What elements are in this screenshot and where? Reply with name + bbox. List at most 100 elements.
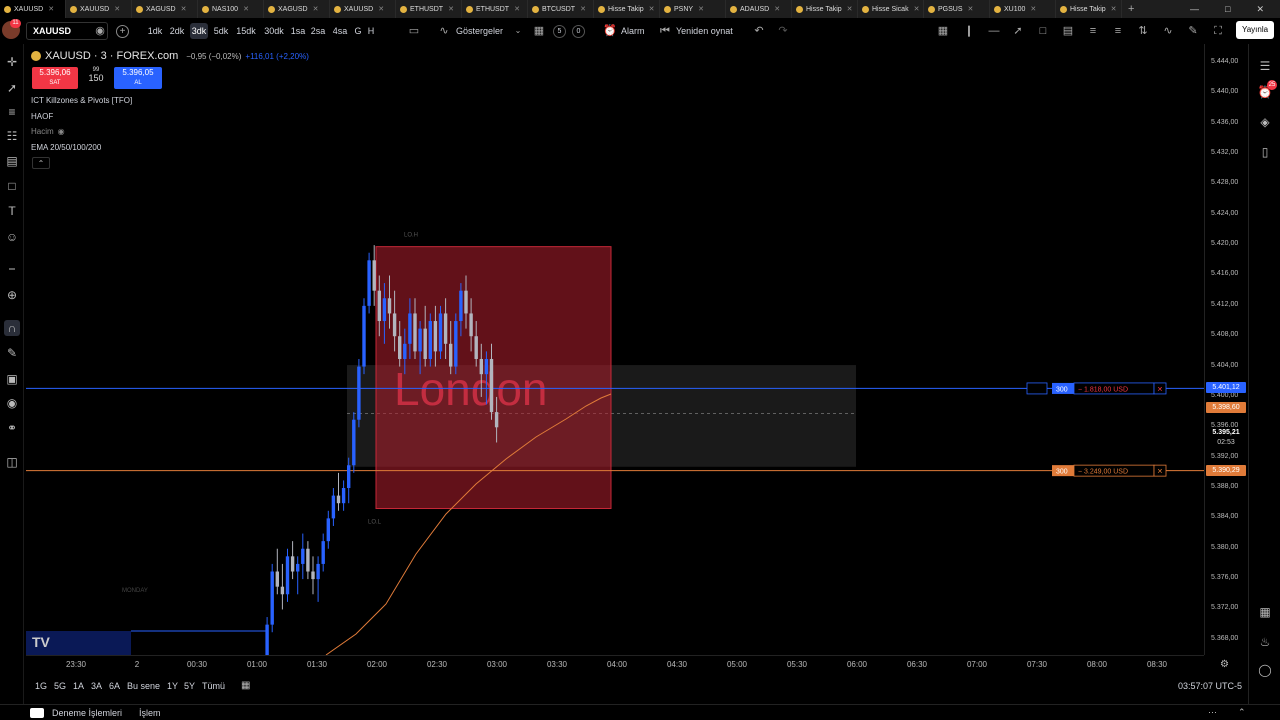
range-1a[interactable]: 1A xyxy=(73,681,84,691)
timeframe-2sa[interactable]: 2sa xyxy=(310,23,326,39)
path-icon[interactable]: ⇅ xyxy=(1135,23,1151,39)
indicator-ema[interactable]: EMA 20/50/100/200 xyxy=(31,143,101,152)
horizontal-line-icon[interactable]: — xyxy=(986,23,1002,39)
indicator-haof[interactable]: HAOF xyxy=(31,112,53,121)
browser-tab[interactable]: XAUUSD ✕ xyxy=(66,0,132,18)
tab-close-icon[interactable]: ✕ xyxy=(580,5,586,13)
tab-close-icon[interactable]: ✕ xyxy=(774,5,780,13)
alarm-button[interactable]: Alarm xyxy=(621,23,645,39)
browser-tab[interactable]: Hisse Sicak ✕ xyxy=(858,0,924,18)
browser-tab[interactable]: Hisse Takip ✕ xyxy=(792,0,858,18)
candle-type-icon[interactable]: ▭ xyxy=(406,23,422,39)
indicators-icon[interactable]: ∿ xyxy=(436,23,452,39)
collapse-legend-icon[interactable]: ⌃ xyxy=(32,157,50,169)
browser-tab[interactable]: ETHUSDT ✕ xyxy=(462,0,528,18)
tab-close-icon[interactable]: ✕ xyxy=(243,5,249,13)
sell-button[interactable]: 5.396,06 SAT xyxy=(32,67,78,89)
fib-tool-icon[interactable]: ▤ xyxy=(4,153,20,169)
fullscreen-icon[interactable]: ⛶ xyxy=(1210,23,1226,39)
tab-close-icon[interactable]: ✕ xyxy=(48,5,54,13)
indicator-volume[interactable]: Hacim ◉ xyxy=(31,127,65,136)
notification-bell-icon[interactable]: ♨ xyxy=(1257,634,1273,650)
tab-close-icon[interactable]: ✕ xyxy=(649,5,655,13)
buy-button[interactable]: 5.396,05 AL xyxy=(114,67,162,89)
trend-line-icon[interactable]: ➚ xyxy=(1010,23,1026,39)
text-tool-icon[interactable]: T xyxy=(4,203,20,219)
tab-close-icon[interactable]: ✕ xyxy=(448,5,454,13)
tab-close-icon[interactable]: ✕ xyxy=(514,5,520,13)
watchlist-icon[interactable]: ☰ xyxy=(1257,58,1273,74)
trendline-tool-icon[interactable]: ➚ xyxy=(4,80,20,96)
tab-close-icon[interactable]: ✕ xyxy=(1111,5,1117,13)
undo-icon[interactable]: ↶ xyxy=(751,23,767,39)
range-1y[interactable]: 1Y xyxy=(167,681,178,691)
crosshair-icon[interactable]: ✛ xyxy=(4,54,20,70)
chart-area[interactable]: London LO.H LO.L MONDAY 300 − 1.818,00 USD ✕ 30… xyxy=(26,44,1204,655)
browser-tab[interactable]: XAGUSD ✕ xyxy=(132,0,198,18)
chat-icon[interactable]: ▯ xyxy=(1257,144,1273,160)
hidden-eye-icon[interactable]: ◉ xyxy=(58,127,65,136)
add-symbol-icon[interactable]: + xyxy=(116,25,129,38)
browser-tab[interactable]: PGSUS ✕ xyxy=(924,0,990,18)
tab-close-icon[interactable]: ✕ xyxy=(181,5,187,13)
timeframe-30dk[interactable]: 30dk xyxy=(262,23,286,39)
calendar-icon[interactable]: ▦ xyxy=(1257,604,1273,620)
expand-panel-icon[interactable]: ⌃ xyxy=(1238,707,1246,718)
trade-tab[interactable]: İşlem xyxy=(139,708,161,718)
price-chart[interactable]: London LO.H LO.L MONDAY 300 − 1.818,00 USD ✕ 30… xyxy=(26,44,1204,655)
browser-tab[interactable]: Hisse Takip ✕ xyxy=(594,0,660,18)
date-range-icon[interactable]: ▦ xyxy=(241,680,250,691)
replay-button[interactable]: Yeniden oynat xyxy=(676,23,733,39)
rectangle-icon[interactable]: □ xyxy=(1035,23,1051,39)
maximize-icon[interactable]: □ xyxy=(1225,4,1230,15)
timeframe-5dk[interactable]: 5dk xyxy=(212,23,230,39)
range-bu-sene[interactable]: Bu sene xyxy=(127,681,160,691)
browser-tab[interactable]: XAUUSD ✕ xyxy=(0,0,66,18)
range-1g[interactable]: 1G xyxy=(35,681,47,691)
browser-tab[interactable]: ETHUSDT ✕ xyxy=(396,0,462,18)
timeframe-3dk[interactable]: 3dk xyxy=(190,23,208,39)
more-options-icon[interactable]: ⋯ xyxy=(1208,707,1217,718)
minimize-icon[interactable]: — xyxy=(1190,4,1199,15)
browser-tab[interactable]: XAUUSD ✕ xyxy=(330,0,396,18)
browser-tab[interactable]: XU100 ✕ xyxy=(990,0,1056,18)
tab-close-icon[interactable]: ✕ xyxy=(1030,5,1036,13)
indicators-button[interactable]: Göstergeler xyxy=(456,23,503,39)
pencil-lock-icon[interactable]: ✎ xyxy=(4,345,20,361)
range-6a[interactable]: 6A xyxy=(109,681,120,691)
browser-tab[interactable]: BTCUSDT ✕ xyxy=(528,0,594,18)
timeframe-2dk[interactable]: 2dk xyxy=(168,23,186,39)
close-icon[interactable]: ✕ xyxy=(1256,4,1264,15)
timeframe-G[interactable]: G xyxy=(353,23,363,39)
vertical-line-icon[interactable]: ❙ xyxy=(961,23,977,39)
browser-tab[interactable]: NAS100 ✕ xyxy=(198,0,264,18)
shapes-icon[interactable]: □ xyxy=(4,178,20,194)
price-axis[interactable]: 5.444,00 5.440,00 5.436,00 5.432,00 5.428,00… xyxy=(1204,44,1248,655)
lock-icon[interactable]: ▣ xyxy=(4,371,20,387)
zoom-icon[interactable]: ⊕ xyxy=(4,287,20,303)
tab-close-icon[interactable]: ✕ xyxy=(698,5,704,13)
range-5y[interactable]: 5Y xyxy=(184,681,195,691)
wave-icon[interactable]: ∿ xyxy=(1160,23,1176,39)
chevron-down-icon[interactable]: ⌄ xyxy=(510,23,526,39)
layout-count[interactable]: 5 xyxy=(553,25,566,38)
layers-icon[interactable]: ◈ xyxy=(1257,114,1273,130)
settings-gear-icon[interactable]: ⚙ xyxy=(1220,659,1229,670)
layout-icon[interactable]: ▦ xyxy=(531,23,547,39)
tab-close-icon[interactable]: ✕ xyxy=(847,5,853,13)
fib-icon[interactable]: ▤ xyxy=(1060,23,1076,39)
browser-tab[interactable]: XAGUSD ✕ xyxy=(264,0,330,18)
range-3a[interactable]: 3A xyxy=(91,681,102,691)
timeframe-1dk[interactable]: 1dk xyxy=(146,23,164,39)
tab-close-icon[interactable]: ✕ xyxy=(968,5,974,13)
replay-icon[interactable]: ⏮ xyxy=(657,23,673,39)
utc-clock[interactable]: 03:57:07 UTC-5 xyxy=(1178,681,1242,691)
eye-icon[interactable]: ◉ xyxy=(92,23,108,39)
parallel-icon[interactable]: ≡ xyxy=(1110,23,1126,39)
link-icon[interactable]: ⚭ xyxy=(4,420,20,436)
redo-icon[interactable]: ↷ xyxy=(775,23,791,39)
tab-close-icon[interactable]: ✕ xyxy=(914,5,920,13)
brush-icon[interactable]: ✎ xyxy=(1185,23,1201,39)
emoji-icon[interactable]: ☺ xyxy=(4,229,20,245)
magnet-icon[interactable]: ∩ xyxy=(4,320,20,336)
